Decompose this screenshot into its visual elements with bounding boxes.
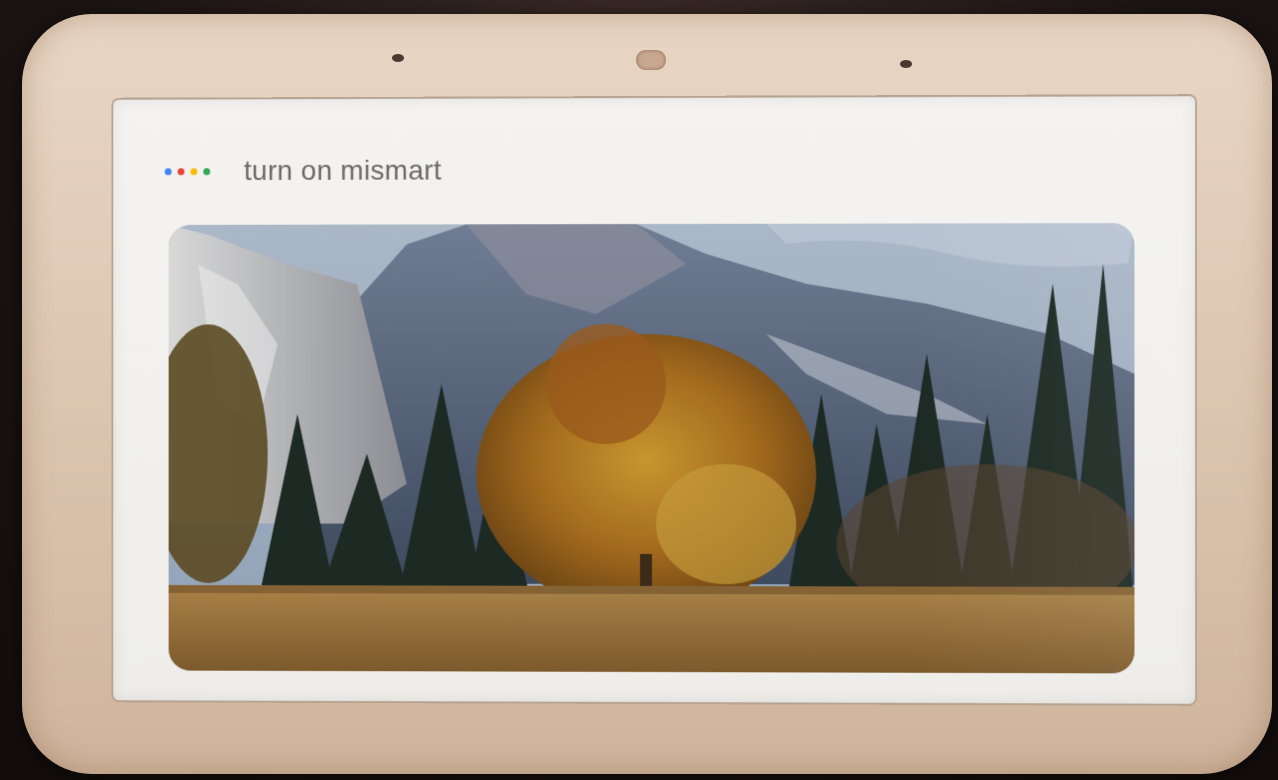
microphone-hole-right	[900, 60, 912, 68]
landscape-photo	[169, 223, 1135, 673]
assistant-dots-icon	[165, 168, 211, 175]
assistant-query-text: turn on mismart	[244, 155, 442, 187]
ambient-photo-card[interactable]	[169, 223, 1135, 673]
microphone-hole-left	[392, 54, 404, 62]
assistant-dot-yellow	[190, 168, 197, 175]
meadow	[169, 585, 1135, 673]
assistant-dot-green	[203, 168, 210, 175]
ambient-light-sensor	[636, 50, 666, 70]
assistant-dot-red	[178, 168, 185, 175]
assistant-query-bar: turn on mismart	[165, 151, 442, 192]
display-screen[interactable]: turn on mismart	[113, 96, 1195, 704]
smart-display-device: turn on mismart	[22, 14, 1272, 774]
assistant-dot-blue	[165, 168, 172, 175]
